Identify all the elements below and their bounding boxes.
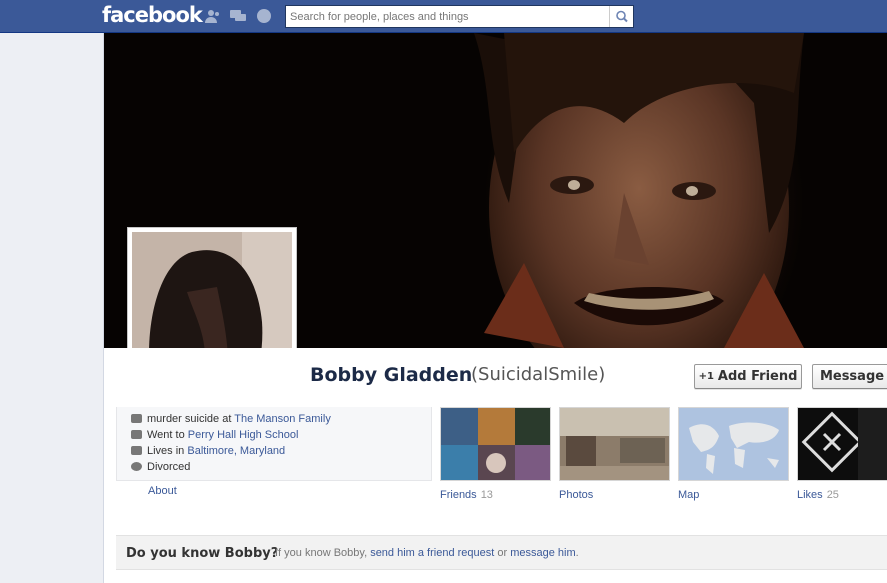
map-thumbnail-image: [679, 408, 788, 480]
briefcase-icon: [131, 414, 142, 423]
message-him-link[interactable]: message him: [510, 547, 575, 559]
likes-tile[interactable]: [797, 407, 887, 481]
messages-icon[interactable]: [230, 9, 246, 23]
lives-link[interactable]: Baltimore, Maryland: [187, 445, 285, 457]
search-button[interactable]: [609, 6, 633, 27]
friends-tile[interactable]: [440, 407, 551, 481]
photos-tile[interactable]: [559, 407, 670, 481]
facebook-logo[interactable]: facebook: [102, 3, 203, 27]
school-link[interactable]: Perry Hall High School: [188, 429, 299, 441]
map-link[interactable]: Map: [678, 489, 699, 501]
left-rail: [0, 33, 104, 583]
lives-row: Lives in Baltimore, Maryland: [131, 445, 285, 457]
graduation-cap-icon: [131, 430, 142, 439]
likes-thumbnail-image: [798, 408, 887, 480]
profile-name[interactable]: Bobby Gladden: [310, 364, 472, 386]
message-button[interactable]: Message: [812, 364, 887, 389]
likes-count: 25: [826, 489, 839, 501]
map-tile[interactable]: [678, 407, 789, 481]
about-link[interactable]: About: [148, 485, 177, 497]
friends-link[interactable]: Friends 13: [440, 489, 493, 501]
notifications-icon[interactable]: [256, 9, 272, 23]
work-row: murder suicide at The Manson Family: [131, 413, 331, 425]
likes-link[interactable]: Likes 25: [797, 489, 839, 501]
friends-count: 13: [480, 489, 493, 501]
friend-requests-icon[interactable]: [205, 9, 221, 23]
do-you-know-title: Do you know Bobby?: [126, 546, 279, 561]
work-link[interactable]: The Manson Family: [234, 413, 331, 425]
heart-icon: [131, 462, 142, 471]
message-label: Message: [819, 369, 885, 384]
search-box: [285, 5, 634, 28]
send-friend-request-link[interactable]: send him a friend request: [370, 547, 494, 559]
add-friend-icon: +1: [698, 371, 714, 382]
relationship-row: Divorced: [131, 461, 190, 473]
school-row: Went to Perry Hall High School: [131, 429, 298, 441]
home-icon: [131, 446, 142, 455]
search-icon: [616, 10, 628, 23]
do-you-know-text: If you know Bobby, send him a friend req…: [275, 547, 579, 559]
add-friend-button[interactable]: +1 Add Friend: [694, 364, 802, 389]
search-input[interactable]: [286, 6, 608, 27]
photos-thumbnail-image: [560, 408, 669, 480]
friends-collage-image: [441, 408, 550, 480]
add-friend-label: Add Friend: [717, 369, 798, 384]
profile-alternate-name: (SuicidalSmile): [471, 364, 606, 385]
photos-link[interactable]: Photos: [559, 489, 593, 501]
top-bar: facebook: [0, 0, 887, 33]
